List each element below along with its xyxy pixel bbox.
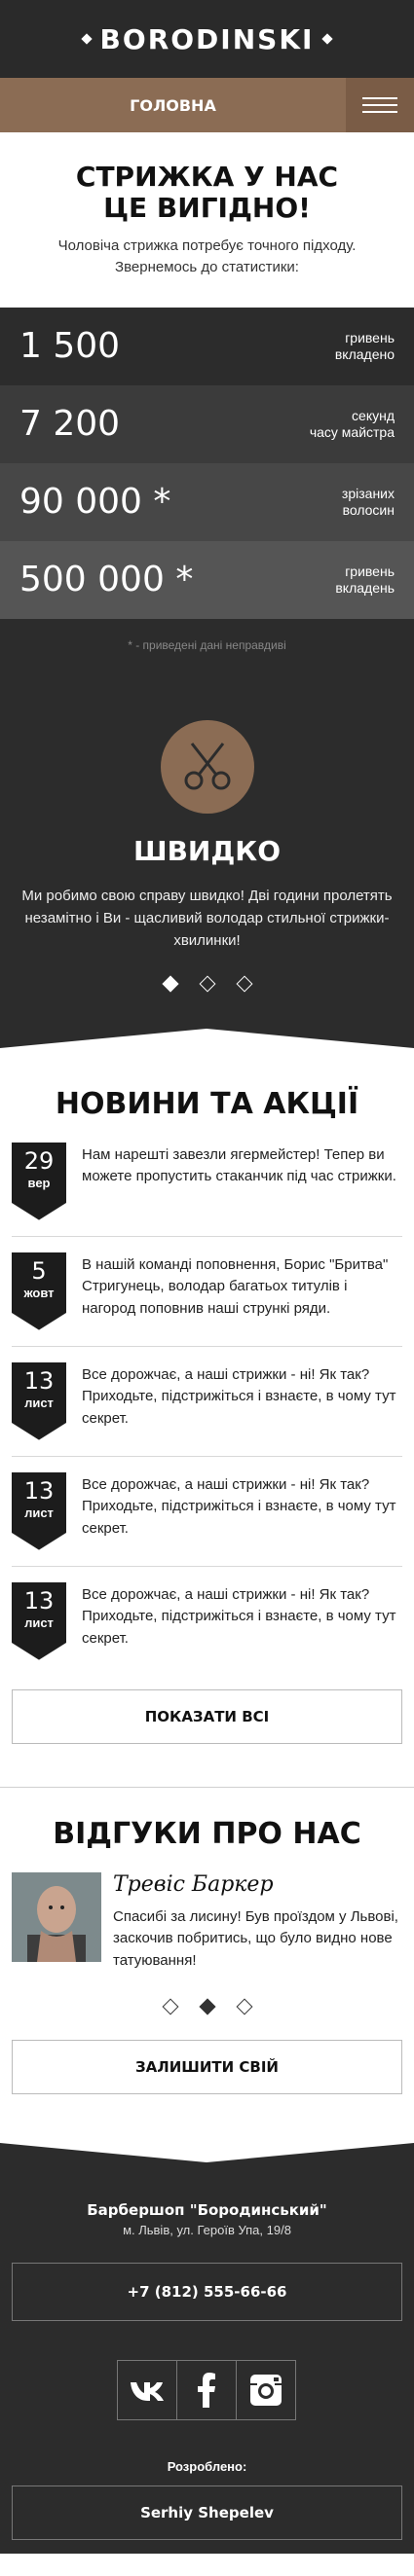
stats-section: 1 500 гривень вкладено 7 200 секунд часу м… (0, 307, 414, 681)
date-badge: 13 лист (12, 1471, 66, 1550)
intro-text: Чоловіча стрижка потребує точного підход… (57, 237, 357, 276)
logo-diamond-left-icon (80, 33, 93, 45)
date-day: 5 (31, 1256, 47, 1285)
hamburger-menu-icon[interactable] (346, 78, 414, 132)
stats-list: 1 500 гривень вкладено 7 200 секунд часу м… (0, 307, 414, 619)
reviewer-name: Тревіс Баркер (113, 1871, 274, 1897)
stat-row: 7 200 секунд часу майстра (0, 384, 414, 463)
slider-pagination (19, 975, 395, 993)
review-text: Спасибі за лисину! Був проїздом у Львові… (113, 1907, 398, 1969)
date-month: лист (24, 1506, 54, 1521)
intro-section: СТРИЖКА У НАС ЦЕ ВИГІДНО! Чоловіча стриж… (0, 132, 414, 308)
review-content: Тревіс Баркер Спасибі за лисину! Був про… (113, 1872, 402, 1973)
main-nav: ГОЛОВНА (0, 78, 414, 132)
date-badge: 5 жовт (12, 1252, 66, 1330)
stat-value: 1 500 (19, 326, 121, 367)
stat-value: 7 200 (19, 404, 121, 445)
developer-label: Розроблено: (167, 2459, 247, 2475)
stat-label: зрізаних волосин (341, 486, 395, 518)
news-text: Нам нарешті завезли ягермейстер! Тепер в… (82, 1145, 396, 1185)
slide-dot-2[interactable] (199, 975, 215, 993)
slide-dot-3[interactable] (236, 975, 252, 993)
date-month: лист (24, 1396, 54, 1411)
section-divider (0, 1018, 414, 1048)
review-dot-2[interactable] (199, 1998, 215, 2015)
news-item[interactable]: 13 лист Все дорожчає, а наші стрижки - н… (12, 1347, 402, 1457)
vk-icon[interactable] (117, 2360, 177, 2421)
slide-dot-1[interactable] (162, 975, 178, 993)
leave-review-button[interactable]: ЗАЛИШИТИ СВІЙ (12, 2040, 402, 2095)
date-badge: 13 лист (12, 1581, 66, 1660)
news-section: НОВИНИ ТА АКЦІЇ 29 вер Нам нарешті завез… (0, 1058, 414, 1763)
site-footer: Барбершоп "Бородинський" м. Львів, ул. Г… (0, 2172, 414, 2555)
scissors-icon (160, 719, 254, 814)
footer-divider (0, 2143, 414, 2173)
intro-title-line1: СТРИЖКА У НАС (75, 161, 339, 193)
nav-home-link[interactable]: ГОЛОВНА (0, 78, 346, 132)
reviews-pagination (12, 1998, 402, 2015)
review-card: Тревіс Баркер Спасибі за лисину! Був про… (12, 1871, 402, 1973)
date-day: 29 (23, 1146, 55, 1175)
review-dot-3[interactable] (236, 1998, 252, 2015)
stat-label: гривень вкладено (334, 330, 395, 362)
stat-row: 1 500 гривень вкладено (0, 307, 414, 385)
news-text: Все дорожчає, а наші стрижки - ні! Як та… (82, 1585, 396, 1647)
logo-text: BORODINSKI (99, 22, 315, 55)
intro-title: СТРИЖКА У НАС ЦЕ ВИГІДНО! (19, 161, 395, 225)
news-item[interactable]: 5 жовт В нашій команді поповнення, Борис… (12, 1237, 402, 1347)
features-slider: ШВИДКО Ми робимо свою справу швидко! Дві… (0, 680, 414, 1019)
date-badge: 13 лист (12, 1361, 66, 1440)
news-text: Все дорожчає, а наші стрижки - ні! Як та… (82, 1365, 396, 1427)
instagram-icon[interactable] (236, 2360, 296, 2421)
date-month: жовт (23, 1286, 55, 1301)
stat-label: гривень вкладень (335, 563, 395, 596)
date-day: 13 (23, 1586, 55, 1615)
review-dot-1[interactable] (162, 1998, 178, 2015)
stat-value: 500 000 * (19, 560, 194, 600)
reviews-title: ВІДГУКИ ПРО НАС (53, 1816, 361, 1851)
developer-link[interactable]: Serhiy Shepelev (12, 2485, 402, 2541)
intro-title-line2: ЦЕ ВИГІДНО! (103, 192, 311, 225)
social-links (12, 2360, 402, 2421)
phone-button[interactable]: +7 (812) 555-66-66 (12, 2263, 402, 2322)
slide-text: Ми робимо свою справу швидко! Дві години… (21, 887, 393, 950)
date-day: 13 (23, 1476, 55, 1505)
date-month: вер (27, 1176, 51, 1191)
reviews-section: ВІДГУКИ ПРО НАС Тревіс Баркер Спасибі за… (0, 1786, 414, 2134)
site-header: BORODINSKI (0, 0, 414, 78)
facebook-icon[interactable] (176, 2360, 237, 2421)
news-title: НОВИНИ ТА АКЦІЇ (55, 1086, 359, 1121)
news-item[interactable]: 13 лист Все дорожчає, а наші стрижки - н… (12, 1457, 402, 1567)
news-item[interactable]: 13 лист Все дорожчає, а наші стрижки - н… (12, 1567, 402, 1676)
reviewer-photo (12, 1871, 101, 1962)
stat-value: 90 000 * (19, 482, 171, 523)
logo-diamond-right-icon (321, 33, 334, 45)
show-all-button[interactable]: ПОКАЗАТИ ВСІ (12, 1688, 402, 1744)
news-text: В нашій команді поповнення, Борис "Бритв… (82, 1255, 389, 1317)
slide-title: ШВИДКО (133, 834, 281, 867)
stat-row: 500 000 * гривень вкладень (0, 540, 414, 619)
news-text: Все дорожчає, а наші стрижки - ні! Як та… (82, 1475, 396, 1537)
stats-footnote: * - приведені дані неправдиві (0, 618, 414, 681)
footer-address: м. Львів, ул. Героїв Упа, 19/8 (123, 2223, 291, 2238)
stat-label: секунд часу майстра (309, 408, 395, 440)
logo[interactable]: BORODINSKI (80, 22, 334, 55)
news-item[interactable]: 29 вер Нам нарешті завезли ягермейстер! … (12, 1142, 402, 1237)
date-day: 13 (23, 1366, 55, 1395)
date-month: лист (24, 1615, 54, 1631)
footer-business-name: Барбершоп "Бородинський" (87, 2201, 327, 2220)
stat-row: 90 000 * зрізаних волосин (0, 462, 414, 541)
date-badge: 29 вер (12, 1142, 66, 1220)
